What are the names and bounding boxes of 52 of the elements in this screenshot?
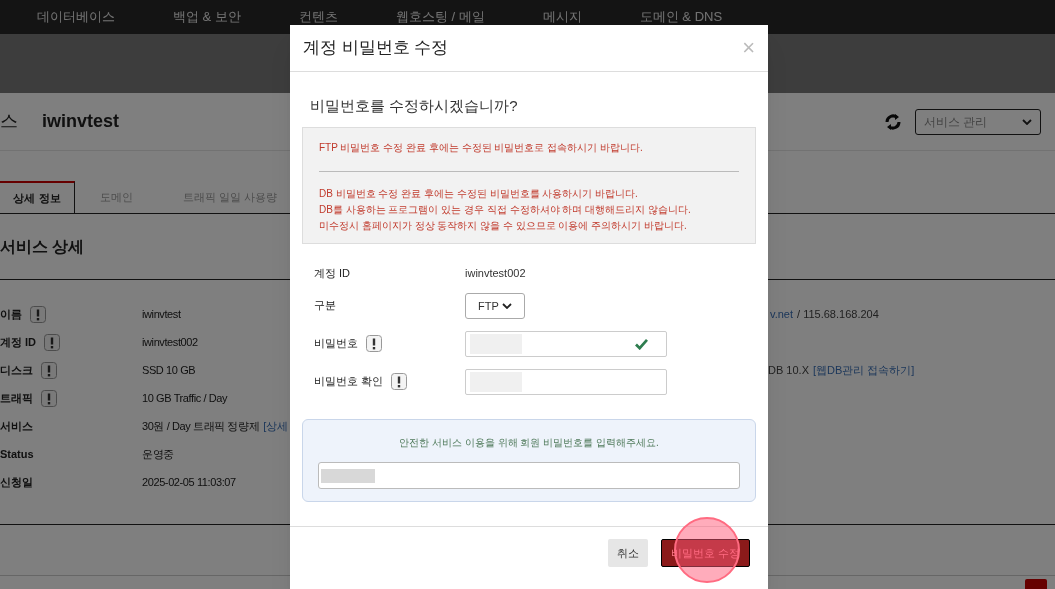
notice-text: 미수정시 홈페이지가 정상 동작하지 않을 수 있으므로 이용에 주의하시기 바랍니다.	[319, 218, 688, 233]
nav-item[interactable]: 데이터베이스	[37, 7, 115, 27]
field-label: 비밀번호	[314, 336, 358, 352]
nav-item[interactable]: 메시지	[542, 7, 582, 27]
field-value: SSD 10 GB	[142, 362, 196, 378]
field-label: 계정 ID	[314, 265, 351, 281]
domain-link[interactable]: v.net	[770, 305, 794, 323]
nav-item[interactable]: 웹호스팅 / 메일	[395, 7, 485, 27]
field-label: 신청일	[0, 474, 33, 490]
db-version: DB 10.X	[768, 362, 809, 378]
ip-address: / 115.68.168.204	[797, 306, 879, 322]
field-label: 서비스	[0, 418, 33, 434]
field-label: 구분	[314, 298, 336, 313]
field-label: 이름	[0, 306, 22, 322]
redacted-mark	[321, 468, 375, 483]
tab[interactable]: 상세 정보	[0, 181, 75, 213]
password-field[interactable]	[465, 369, 667, 395]
nav-item[interactable]: 백업 & 보안	[173, 7, 241, 27]
account-id: iwinvtest002	[465, 265, 526, 281]
field-value: iwinvtest002	[142, 334, 198, 350]
nav-item[interactable]: 컨텐츠	[298, 7, 338, 27]
floating-badge[interactable]	[1025, 579, 1047, 589]
field-label: 계정 ID	[0, 334, 37, 350]
field-value: 10 GB Traffic / Day	[142, 390, 228, 406]
verify-text: 안전한 서비스 이용을 위해 회원 비밀번호를 입력해주세요.	[399, 436, 659, 450]
field-value: 30원 / Day 트래픽 정량제	[142, 418, 260, 434]
notice-text: FTP 비밀번호 수정 완료 후에는 수정된 비밀번호로 접속하시기 바랍니다.	[319, 140, 644, 155]
password-field[interactable]	[465, 331, 667, 357]
field-value: 2025-02-05 11:03:07	[142, 474, 236, 490]
web-db-link[interactable]: [웹DB관리 접속하기]	[812, 361, 915, 379]
page-title: iwinvtest	[42, 110, 120, 133]
notice-text: DB를 사용하는 프로그램이 있는 경우 직접 수정하셔야 하며 대행해드리지 않습니다.	[319, 202, 692, 217]
nav-item[interactable]: 도메인 & DNS	[639, 7, 723, 27]
field-label: 트래픽	[0, 390, 33, 406]
chevron-down-icon	[502, 303, 512, 309]
dialog-title: 계정 비밀번호 수정	[303, 37, 449, 60]
notice-text: DB 비밀번호 수정 완료 후에는 수정된 비밀번호를 사용하시기 바랍니다.	[319, 186, 639, 201]
field-value: 운영중	[142, 446, 174, 462]
member-password-field[interactable]	[318, 462, 740, 489]
field-value: iwinvtest	[142, 306, 181, 322]
field-label: 비밀번호 확인	[314, 374, 384, 390]
dialog-question: 비밀번호를 수정하시겠습니까?	[309, 96, 519, 116]
section-title: 서비스 상세	[0, 236, 85, 257]
service-dropdown[interactable]: 서비스 관리	[915, 108, 1041, 135]
type-select[interactable]: FTP	[465, 293, 525, 319]
detail-link[interactable]: [상세	[263, 417, 288, 435]
cancel-button[interactable]: 취소	[607, 539, 648, 567]
refresh-icon[interactable]	[883, 111, 903, 132]
field-label: Status	[0, 446, 34, 462]
chevron-down-icon	[1022, 118, 1032, 125]
page-title-fragment: 스	[0, 110, 18, 133]
field-label: 디스크	[0, 362, 33, 378]
